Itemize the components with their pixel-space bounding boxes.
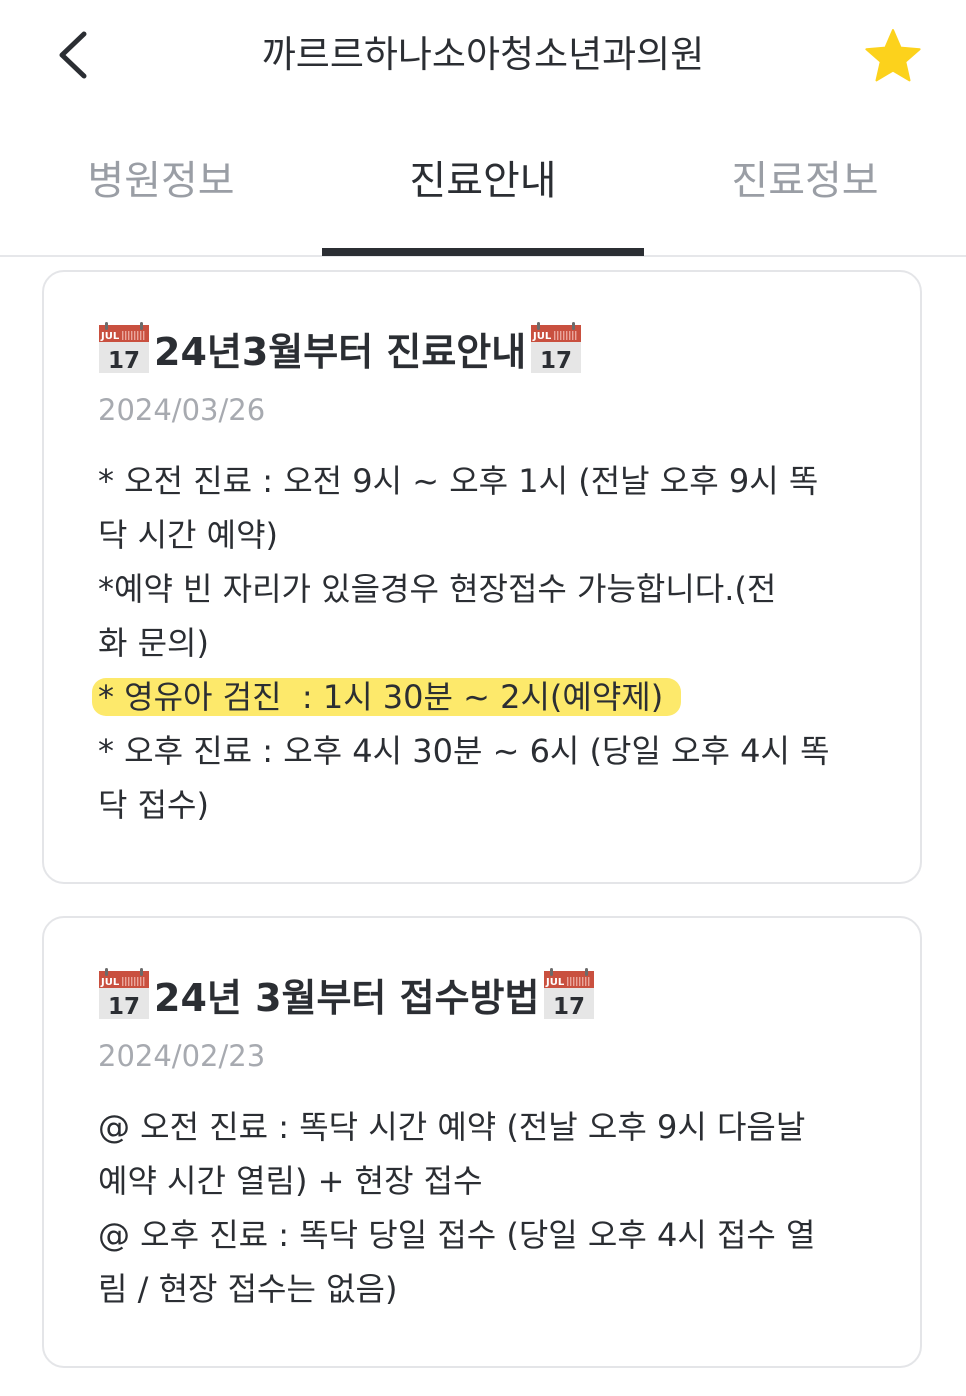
notice-line: 예약 시간 열림) + 현장 접수 bbox=[98, 1162, 483, 1200]
tab-hospital-info[interactable]: 병원정보 bbox=[0, 120, 322, 252]
svg-text:17: 17 bbox=[108, 994, 140, 1020]
svg-text:JUL: JUL bbox=[532, 331, 552, 342]
notice-title-row: JUL 17 24년 3월부터 접수방법 JUL 17 bbox=[98, 966, 595, 1022]
notice-body: @ 오전 진료 : 똑닥 시간 예약 (전날 오후 9시 다음날 예약 시간 열… bbox=[98, 1100, 868, 1316]
star-icon bbox=[865, 29, 921, 82]
svg-text:17: 17 bbox=[553, 994, 585, 1020]
favorite-button[interactable] bbox=[862, 26, 924, 88]
notice-line: * 오전 진료 : 오전 9시 ~ 오후 1시 (전날 오후 9시 똑 bbox=[98, 462, 819, 500]
calendar-icon: JUL 17 bbox=[543, 968, 595, 1020]
highlighted-notice-line: * 영유아 검진 : 1시 30분 ~ 2시(예약제) bbox=[92, 678, 682, 716]
svg-text:JUL: JUL bbox=[545, 977, 565, 988]
svg-text:JUL: JUL bbox=[100, 977, 120, 988]
notice-date: 2024/02/23 bbox=[98, 1039, 266, 1073]
svg-text:17: 17 bbox=[540, 348, 572, 374]
app-header: 까르르하나소아청소년과의원 bbox=[0, 0, 966, 115]
notice-line: *예약 빈 자리가 있을경우 현장접수 가능합니다.(전 bbox=[98, 570, 777, 608]
notice-card[interactable]: JUL 17 24년3월부터 진료안내 JUL 17 2024/03/26 * 오전… bbox=[42, 270, 922, 884]
notice-line: 림 / 현장 접수는 없음) bbox=[98, 1270, 398, 1308]
notice-title: 24년3월부터 진료안내 bbox=[154, 329, 527, 374]
notice-body: * 오전 진료 : 오전 9시 ~ 오후 1시 (전날 오후 9시 똑 닥 시간… bbox=[92, 454, 868, 832]
page-title: 까르르하나소아청소년과의원 bbox=[261, 33, 705, 76]
svg-text:JUL: JUL bbox=[100, 331, 120, 342]
calendar-icon: JUL 17 bbox=[98, 322, 150, 374]
notice-card[interactable]: JUL 17 24년 3월부터 접수방법 JUL 17 2024/02/23 @ 오… bbox=[42, 916, 922, 1368]
back-button[interactable] bbox=[44, 22, 104, 88]
tab-bar: 병원정보 진료안내 진료정보 bbox=[0, 120, 966, 257]
calendar-icon: JUL 17 bbox=[530, 322, 582, 374]
calendar-icon: JUL 17 bbox=[98, 968, 150, 1020]
chevron-left-icon bbox=[59, 31, 87, 79]
active-tab-indicator bbox=[322, 248, 644, 256]
tab-treatment-guide[interactable]: 진료안내 bbox=[322, 120, 644, 252]
notice-title: 24년 3월부터 접수방법 bbox=[154, 975, 540, 1020]
notice-line: @ 오전 진료 : 똑닥 시간 예약 (전날 오후 9시 다음날 bbox=[98, 1108, 806, 1146]
svg-text:17: 17 bbox=[108, 348, 140, 374]
notice-line: @ 오후 진료 : 똑닥 당일 접수 (당일 오후 4시 접수 열 bbox=[98, 1216, 816, 1254]
notice-date: 2024/03/26 bbox=[98, 393, 266, 427]
notice-line: 화 문의) bbox=[98, 624, 209, 662]
notice-title-row: JUL 17 24년3월부터 진료안내 JUL 17 bbox=[98, 320, 582, 376]
notice-line: 닥 접수) bbox=[98, 786, 209, 824]
notice-line: 닥 시간 예약) bbox=[98, 516, 279, 554]
notice-line: * 오후 진료 : 오후 4시 30분 ~ 6시 (당일 오후 4시 똑 bbox=[98, 732, 830, 770]
tab-treatment-info[interactable]: 진료정보 bbox=[644, 120, 966, 252]
